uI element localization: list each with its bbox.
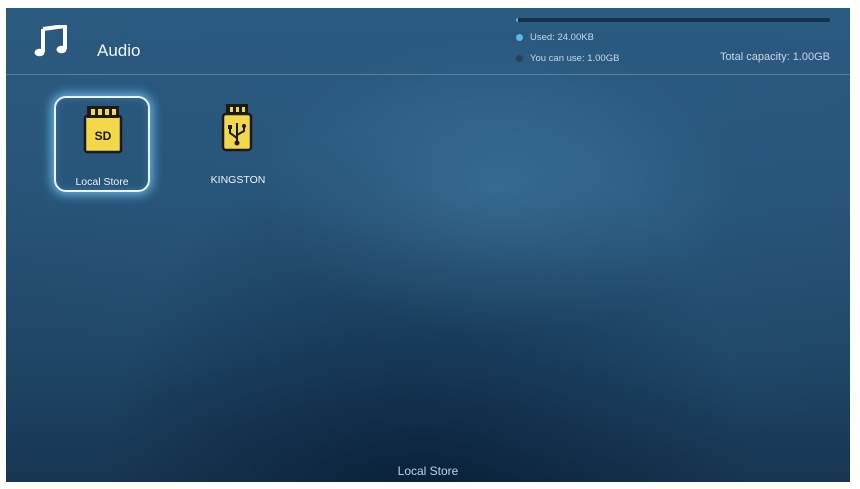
- drive-kingston[interactable]: KINGSTON: [190, 96, 286, 192]
- sd-card-icon: SD: [83, 106, 123, 154]
- usb-drive-icon: [221, 104, 253, 152]
- used-storage-label: Used: 24.00KB: [530, 32, 594, 43]
- drive-label-kingston: KINGSTON: [210, 174, 266, 186]
- free-storage-legend: You can use: 1.00GB: [516, 53, 619, 64]
- music-note-icon: [34, 25, 67, 57]
- page-title: Audio: [97, 41, 141, 60]
- total-capacity-label: Total capacity: 1.00GB: [719, 51, 830, 63]
- used-storage-legend: Used: 24.00KB: [516, 32, 594, 43]
- drive-local-store[interactable]: SD Local Store: [54, 96, 150, 192]
- header-bar: Audio Used: 24.00KB You can use: 1.00GB …: [6, 8, 850, 75]
- current-location-label: Local Store: [397, 464, 459, 478]
- free-dot-icon: [516, 55, 523, 62]
- drive-label-local-store: Local Store: [75, 176, 129, 188]
- free-storage-label: You can use: 1.00GB: [530, 53, 620, 64]
- storage-browser-screen: Audio Used: 24.00KB You can use: 1.00GB …: [6, 8, 850, 482]
- used-dot-icon: [516, 34, 523, 41]
- storage-usage-fill: [516, 18, 518, 22]
- sd-card-icon-text: SD: [95, 129, 112, 143]
- storage-usage-bar: [516, 18, 830, 22]
